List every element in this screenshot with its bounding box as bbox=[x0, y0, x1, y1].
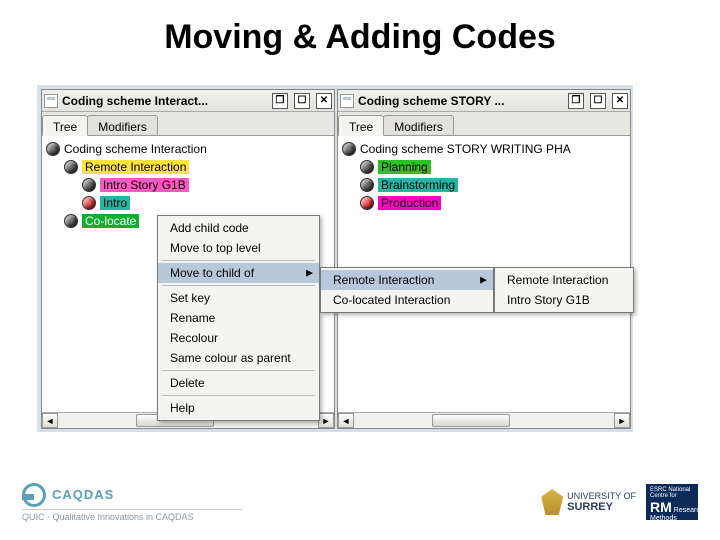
panel-titlebar-left[interactable]: Coding scheme Interact... ❐ ☐ ✕ bbox=[42, 90, 334, 112]
window-icon bbox=[340, 94, 354, 108]
node-icon bbox=[64, 214, 78, 228]
scroll-track[interactable] bbox=[354, 413, 614, 428]
node-icon bbox=[360, 178, 374, 192]
menu-set-key[interactable]: Set key bbox=[158, 288, 319, 308]
close-button[interactable]: ✕ bbox=[612, 93, 628, 109]
node-icon bbox=[82, 196, 96, 210]
menu-item-label: Move to child of bbox=[170, 266, 254, 280]
menu-add-child-code[interactable]: Add child code bbox=[158, 218, 319, 238]
menu-move-to-child-of[interactable]: Move to child of ▶ bbox=[158, 263, 319, 283]
scrollbar-horizontal[interactable]: ◄ ► bbox=[338, 412, 630, 428]
caqdas-text: CAQDAS bbox=[52, 487, 114, 502]
slide-footer: CAQDAS QUIC - Qualitative Innovations in… bbox=[22, 478, 698, 526]
scroll-left-button[interactable]: ◄ bbox=[42, 413, 58, 428]
menu-recolour[interactable]: Recolour bbox=[158, 328, 319, 348]
submenu-arrow-icon: ▶ bbox=[480, 275, 487, 286]
scroll-left-button[interactable]: ◄ bbox=[338, 413, 354, 428]
node-icon bbox=[360, 196, 374, 210]
rm-big: RM bbox=[650, 499, 672, 515]
tree-root-label: Coding scheme STORY WRITING PHA bbox=[360, 142, 571, 156]
rm-mid: Research bbox=[674, 507, 704, 514]
submenu-item-intro-story-g1b[interactable]: Intro Story G1B bbox=[495, 290, 633, 310]
slide-title: Moving & Adding Codes bbox=[0, 0, 720, 67]
tree-root[interactable]: Coding scheme Interaction bbox=[44, 140, 332, 158]
menu-rename[interactable]: Rename bbox=[158, 308, 319, 328]
tree-item-label: Production bbox=[378, 196, 441, 210]
tree-item-label: Intro bbox=[100, 196, 130, 210]
submenu-move-target: Remote Interaction ▶ Co-located Interact… bbox=[320, 267, 494, 313]
panel-title-text: Coding scheme STORY ... bbox=[358, 94, 562, 108]
node-icon bbox=[64, 160, 78, 174]
menu-separator bbox=[162, 370, 315, 371]
footer-left: CAQDAS QUIC - Qualitative Innovations in… bbox=[22, 483, 242, 522]
submenu-item-colocated-interaction[interactable]: Co-located Interaction bbox=[321, 290, 493, 310]
tree-item-label: Brainstorming bbox=[378, 178, 458, 192]
surrey-logo: UNIVERSITY OF SURREY bbox=[541, 489, 636, 515]
caqdas-logo: CAQDAS bbox=[22, 483, 242, 507]
tree-root[interactable]: Coding scheme STORY WRITING PHA bbox=[340, 140, 628, 158]
menu-same-colour-as-parent[interactable]: Same colour as parent bbox=[158, 348, 319, 368]
tree-item-intro[interactable]: Intro bbox=[44, 194, 332, 212]
tab-modifiers[interactable]: Modifiers bbox=[87, 115, 158, 135]
restore-button[interactable]: ❐ bbox=[272, 93, 288, 109]
tree-item-production[interactable]: Production bbox=[340, 194, 628, 212]
tab-modifiers[interactable]: Modifiers bbox=[383, 115, 454, 135]
menu-separator bbox=[162, 260, 315, 261]
maximize-button[interactable]: ☐ bbox=[294, 93, 310, 109]
submenu-item-remote-interaction[interactable]: Remote Interaction bbox=[495, 270, 633, 290]
research-methods-badge: ESRC National Centre for RM Research Met… bbox=[646, 484, 698, 520]
caqdas-icon bbox=[22, 483, 46, 507]
footer-right: UNIVERSITY OF SURREY ESRC National Centr… bbox=[541, 484, 698, 520]
restore-button[interactable]: ❐ bbox=[568, 93, 584, 109]
submenu-item-label: Remote Interaction bbox=[333, 273, 434, 287]
menu-help[interactable]: Help bbox=[158, 398, 319, 418]
node-icon bbox=[360, 160, 374, 174]
menu-delete[interactable]: Delete bbox=[158, 373, 319, 393]
tree-item-brainstorming[interactable]: Brainstorming bbox=[340, 176, 628, 194]
menu-separator bbox=[162, 395, 315, 396]
panel-coding-story: Coding scheme STORY ... ❐ ☐ ✕ Tree Modif… bbox=[337, 89, 631, 429]
tabs-right: Tree Modifiers bbox=[338, 112, 630, 136]
scroll-thumb[interactable] bbox=[432, 414, 510, 427]
tree-item-label: Intro Story G1B bbox=[100, 178, 189, 192]
scroll-right-button[interactable]: ► bbox=[614, 413, 630, 428]
menu-move-to-top-level[interactable]: Move to top level bbox=[158, 238, 319, 258]
surrey-line1: UNIVERSITY OF bbox=[567, 491, 636, 501]
surrey-line2: SURREY bbox=[567, 501, 636, 513]
tree-root-label: Coding scheme Interaction bbox=[64, 142, 207, 156]
tabs-left: Tree Modifiers bbox=[42, 112, 334, 136]
tab-tree[interactable]: Tree bbox=[42, 115, 88, 136]
app-workspace: Coding scheme Interact... ❐ ☐ ✕ Tree Mod… bbox=[37, 85, 633, 432]
rm-top: ESRC National Centre for bbox=[650, 487, 694, 499]
panel-titlebar-right[interactable]: Coding scheme STORY ... ❐ ☐ ✕ bbox=[338, 90, 630, 112]
submenu-arrow-icon: ▶ bbox=[306, 268, 313, 279]
close-button[interactable]: ✕ bbox=[316, 93, 332, 109]
maximize-button[interactable]: ☐ bbox=[590, 93, 606, 109]
stag-icon bbox=[541, 489, 563, 515]
submenu-item-remote-interaction[interactable]: Remote Interaction ▶ bbox=[321, 270, 493, 290]
tree-item-label: Remote Interaction bbox=[82, 160, 189, 174]
submenu-move-target-2: Remote Interaction Intro Story G1B bbox=[494, 267, 634, 313]
tab-tree[interactable]: Tree bbox=[338, 115, 384, 136]
window-icon bbox=[44, 94, 58, 108]
tree-item-intro-story-g1b[interactable]: Intro Story G1B bbox=[44, 176, 332, 194]
tree-item-planning[interactable]: Planning bbox=[340, 158, 628, 176]
quic-text: QUIC - Qualitative Innovations in CAQDAS bbox=[22, 509, 242, 522]
tree-item-remote-interaction[interactable]: Remote Interaction bbox=[44, 158, 332, 176]
node-icon bbox=[46, 142, 60, 156]
tree-item-label: Co-locate bbox=[82, 214, 139, 228]
rm-bot: Methods bbox=[650, 515, 694, 522]
menu-separator bbox=[162, 285, 315, 286]
node-icon bbox=[82, 178, 96, 192]
scroll-right-button[interactable]: ► bbox=[318, 413, 334, 428]
panel-title-text: Coding scheme Interact... bbox=[62, 94, 266, 108]
node-icon bbox=[342, 142, 356, 156]
context-menu: Add child code Move to top level Move to… bbox=[157, 215, 320, 421]
tree-item-label: Planning bbox=[378, 160, 431, 174]
